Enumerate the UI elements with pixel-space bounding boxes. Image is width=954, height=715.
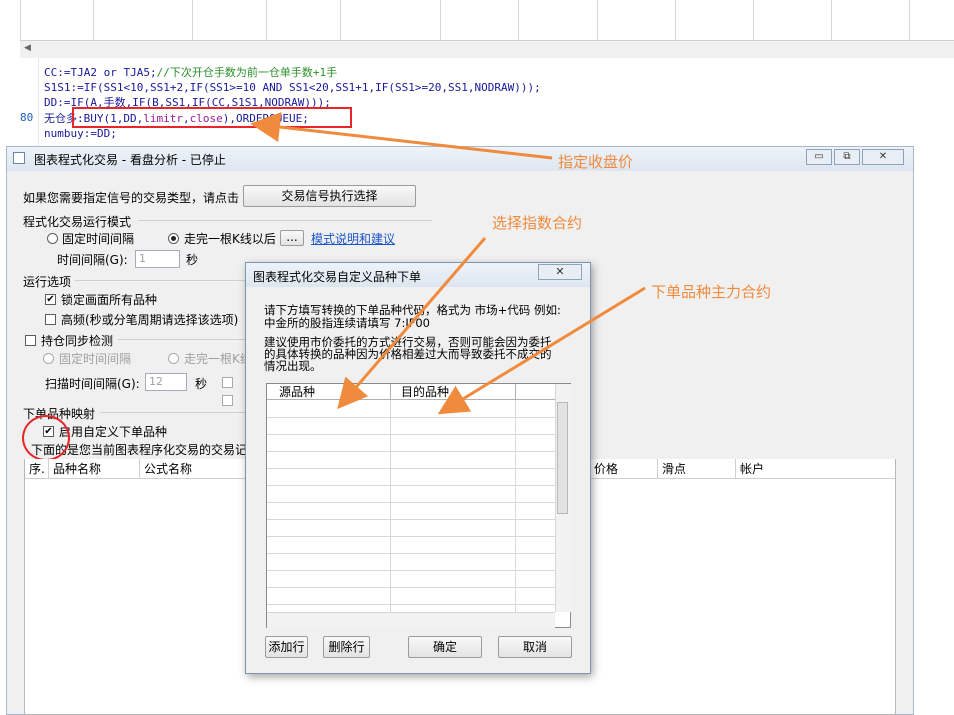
annotation-arrows xyxy=(250,112,646,415)
arrow-to-source xyxy=(337,237,487,410)
annotation-close-price: 指定收盘价 xyxy=(558,153,634,171)
annotation-index-contract: 选择指数合约 xyxy=(492,214,583,232)
arrow-to-close xyxy=(250,112,553,160)
annotation-main-contract: 下单品种主力合约 xyxy=(651,283,772,301)
arrow-to-target xyxy=(437,286,646,415)
